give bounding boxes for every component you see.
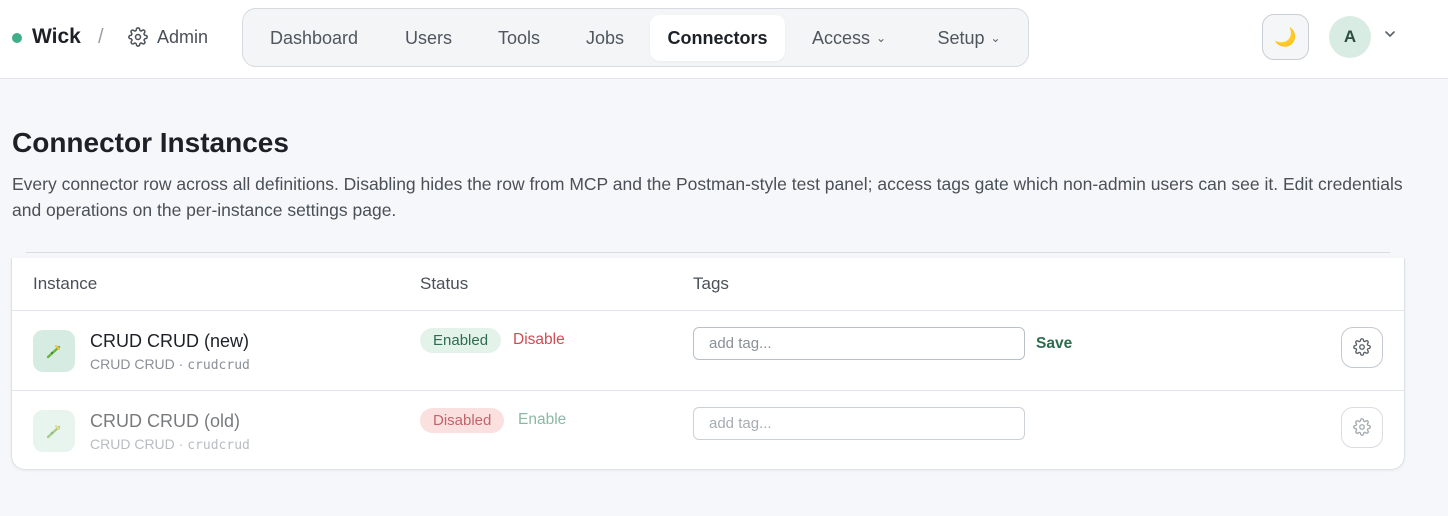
nav-item-users[interactable]: Users [384,15,473,61]
separator-dot: · [178,436,184,452]
breadcrumb-separator: / [98,26,104,48]
plug-icon [46,345,61,359]
gear-icon [1353,418,1371,436]
instance-name[interactable]: CRUD CRUD (old) [90,411,240,432]
page-title: Connector Instances [12,127,289,158]
status-badge: Disabled [420,408,505,433]
separator-dot: · [178,356,184,372]
page-description: Every connector row across all definitio… [12,174,1403,220]
instance-slug: crudcrud [187,358,250,373]
nav-item-tools[interactable]: Tools [477,15,561,61]
instance-definition: CRUD CRUD [90,436,175,452]
nav-item-connectors[interactable]: Connectors [650,15,785,61]
nav-item-jobs[interactable]: Jobs [565,15,645,61]
instance-subtitle: CRUD CRUD · crudcrud [90,436,250,453]
save-button[interactable]: Save [1036,335,1072,353]
table-row: CRUD CRUD (new) CRUD CRUD · crudcrud Ena… [12,311,1404,390]
divider [26,252,1390,253]
nav-item-label: Dashboard [269,28,359,48]
instance-subtitle: CRUD CRUD · crudcrud [90,356,250,373]
avatar[interactable]: A [1329,16,1371,58]
chevron-down-icon: ⌄ [875,31,887,45]
nav-item-label: Users [404,28,452,48]
top-bar: Wick / Admin Dashboard Users Tools Jobs … [0,0,1448,79]
nav-item-label: Setup [937,28,985,48]
nav-item-label: Jobs [585,28,625,48]
gear-icon [1353,338,1371,356]
instance-slug: crudcrud [187,438,250,453]
instance-definition: CRUD CRUD [90,356,175,372]
status-badge: Enabled [420,328,502,353]
connector-icon [33,330,75,372]
settings-button[interactable] [1341,327,1383,368]
instance-name[interactable]: CRUD CRUD (new) [90,331,249,352]
column-header-status: Status [420,274,469,293]
moon-icon: 🌙 [1274,27,1297,47]
status-dot [12,33,22,43]
connector-icon [33,410,75,452]
nav-item-label: Access [811,28,870,48]
tag-input[interactable] [693,407,1025,440]
gear-icon [128,27,148,47]
plug-icon [46,425,61,439]
table-row: CRUD CRUD (old) CRUD CRUD · crudcrud Dis… [12,391,1404,470]
enable-button[interactable]: Enable [518,411,566,429]
theme-toggle-button[interactable]: 🌙 [1262,14,1309,60]
chevron-down-icon: ⌄ [990,31,1001,45]
breadcrumb-admin[interactable]: Admin [157,27,208,48]
disable-button[interactable]: Disable [513,331,565,349]
nav-item-dashboard[interactable]: Dashboard [251,15,377,61]
column-header-instance: Instance [33,274,98,293]
settings-button[interactable] [1341,407,1383,448]
connector-instances-table: Instance Status Tags CRUD CRUD (new) CRU… [11,258,1405,470]
nav-item-access[interactable]: Access ⌄ [794,15,904,61]
tag-input[interactable] [693,327,1025,360]
chevron-down-icon[interactable] [1383,27,1397,41]
nav-item-label: Connectors [667,28,768,48]
main-nav: Dashboard Users Tools Jobs Connectors Ac… [242,8,1029,67]
nav-item-setup[interactable]: Setup ⌄ [917,15,1021,61]
nav-item-label: Tools [497,28,541,48]
brand-name[interactable]: Wick [32,25,81,49]
column-header-tags: Tags [693,274,729,293]
